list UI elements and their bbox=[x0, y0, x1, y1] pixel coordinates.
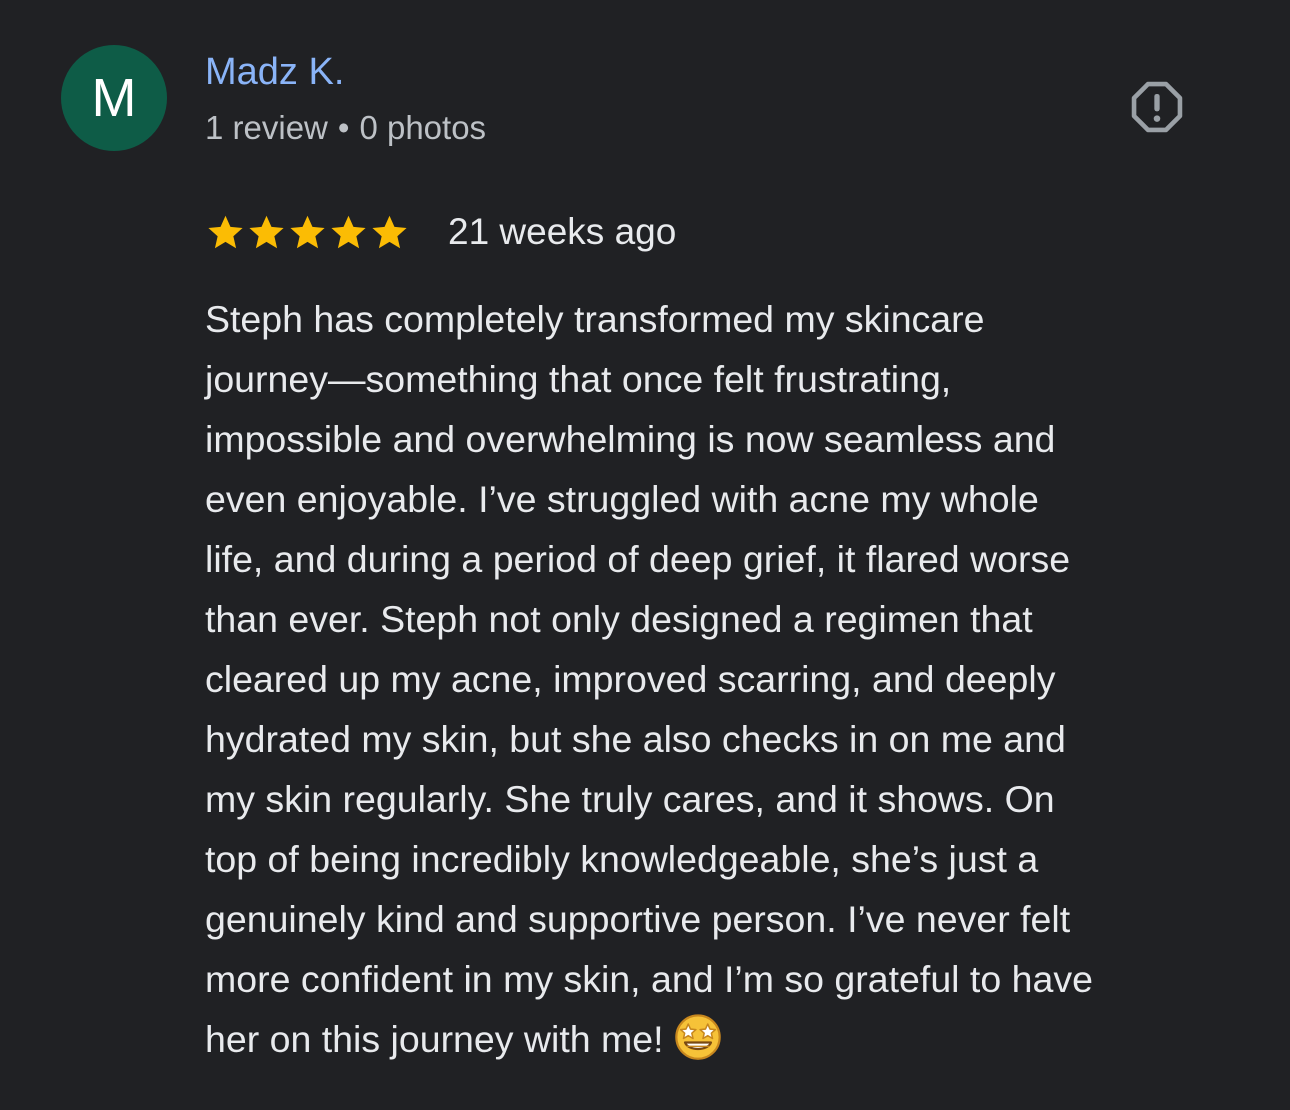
star-icon bbox=[369, 212, 410, 253]
review-body: Steph has completely transformed my skin… bbox=[205, 298, 1093, 1060]
report-flag-icon bbox=[1131, 81, 1183, 133]
meta-separator: • bbox=[337, 109, 350, 146]
report-button[interactable] bbox=[1126, 76, 1188, 138]
review-count: 1 review bbox=[205, 109, 328, 146]
star-rating bbox=[205, 212, 410, 253]
avatar[interactable]: M bbox=[61, 45, 167, 151]
star-struck-emoji-icon bbox=[672, 1010, 724, 1062]
rating-row: 21 weeks ago bbox=[205, 208, 676, 256]
star-icon bbox=[205, 212, 246, 253]
star-icon bbox=[287, 212, 328, 253]
star-icon bbox=[246, 212, 287, 253]
review-card: M Madz K. 1 review • 0 photos 21 weeks ago… bbox=[0, 0, 1290, 1110]
author-name[interactable]: Madz K. bbox=[205, 50, 344, 94]
author-meta: 1 review • 0 photos bbox=[205, 108, 486, 148]
review-text: Steph has completely transformed my skin… bbox=[205, 289, 1245, 1069]
photo-count: 0 photos bbox=[359, 109, 487, 146]
review-date: 21 weeks ago bbox=[448, 211, 677, 252]
avatar-letter: M bbox=[91, 68, 137, 128]
star-icon bbox=[328, 212, 369, 253]
